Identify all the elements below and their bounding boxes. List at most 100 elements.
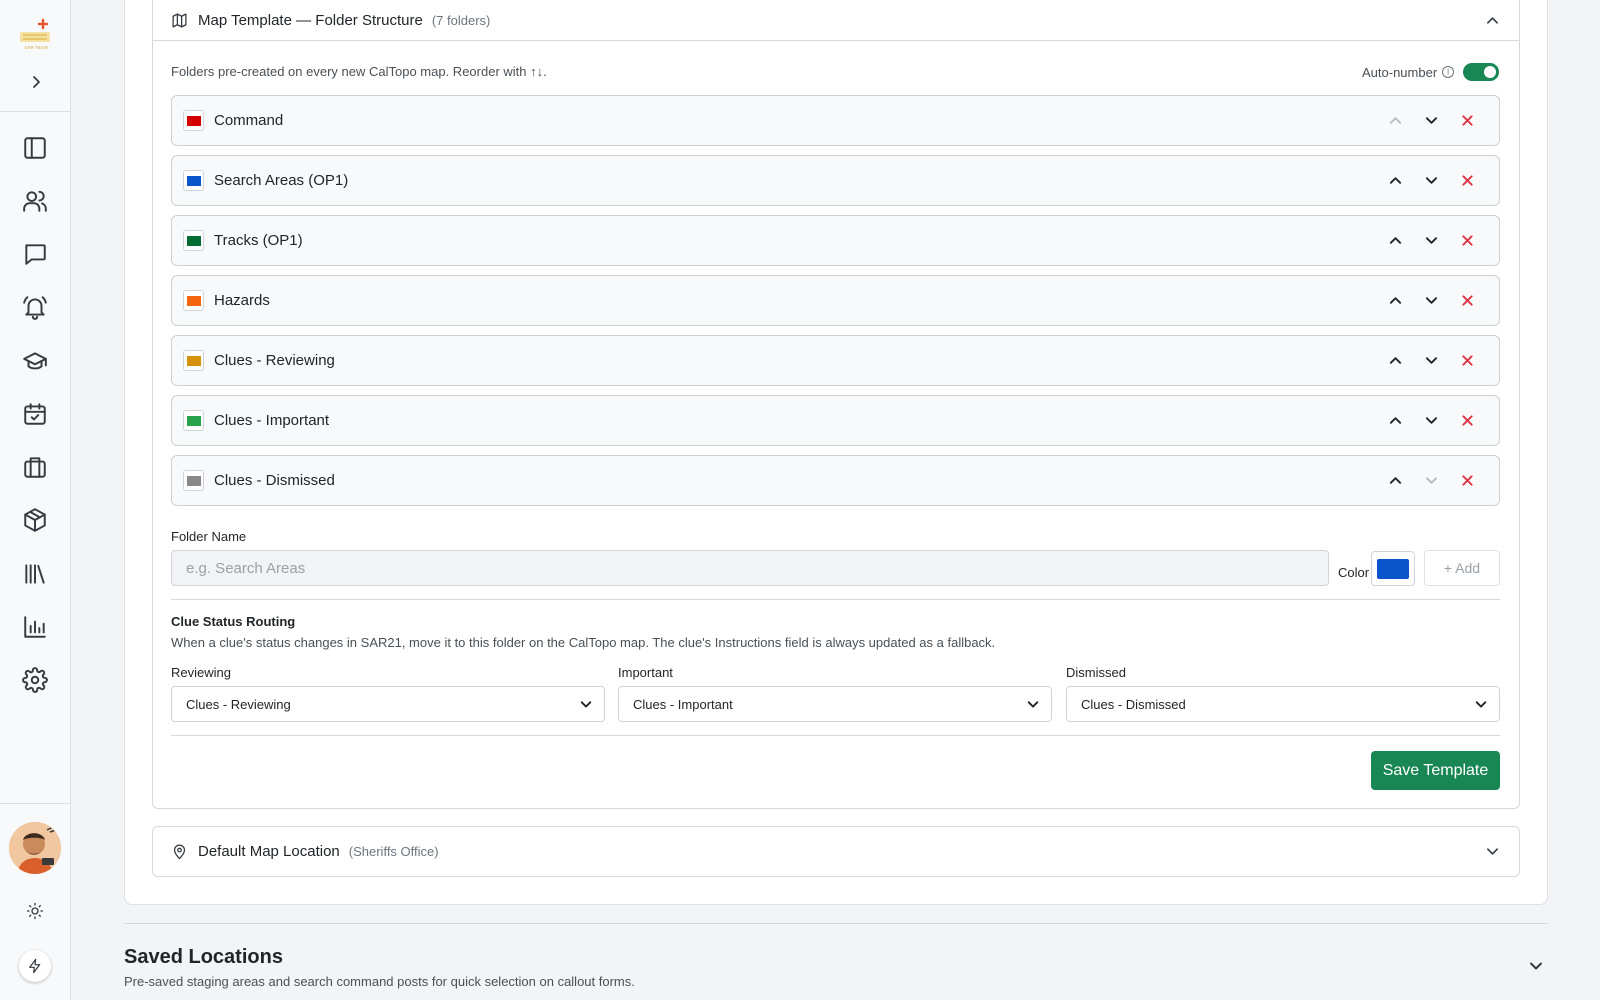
move-down-button[interactable]	[1413, 226, 1449, 256]
move-down-button[interactable]	[1413, 406, 1449, 436]
close-icon	[1461, 355, 1473, 366]
expand-saved-locations-button[interactable]	[1527, 957, 1545, 975]
move-down-button[interactable]	[1413, 106, 1449, 136]
panel-title: Map Template — Folder Structure	[198, 12, 423, 29]
delete-folder-button[interactable]	[1449, 106, 1485, 136]
theme-toggle-button[interactable]	[23, 899, 47, 923]
move-down-button[interactable]	[1413, 286, 1449, 316]
default-map-location-header[interactable]: Default Map Location (Sheriffs Office)	[153, 827, 1519, 876]
chevron-down-icon	[1475, 701, 1487, 708]
chevron-down-icon	[1425, 477, 1437, 484]
nav-messages[interactable]	[17, 236, 53, 272]
folder-row[interactable]: Command	[171, 95, 1500, 146]
select-value: Clues - Important	[633, 696, 733, 712]
color-label: Color	[1338, 565, 1370, 580]
move-up-button[interactable]	[1377, 106, 1413, 136]
lightning-icon	[29, 958, 41, 974]
folder-row[interactable]: Clues - Dismissed	[171, 455, 1500, 506]
folder-color-swatch[interactable]	[183, 170, 204, 191]
team-logo[interactable]: SAR TEAM	[17, 16, 55, 54]
folder-name: Clues - Important	[214, 412, 330, 429]
folder-color-swatch[interactable]	[183, 110, 204, 131]
folder-name: Hazards	[214, 292, 270, 309]
folder-name-input[interactable]	[171, 550, 1329, 586]
bar-chart-icon	[24, 616, 46, 638]
nav-events[interactable]	[17, 396, 53, 432]
folder-row[interactable]: Tracks (OP1)	[171, 215, 1500, 266]
sidebar-panel-icon	[24, 137, 46, 159]
move-up-button[interactable]	[1377, 406, 1413, 436]
move-up-button[interactable]	[1377, 466, 1413, 496]
folder-actions	[1377, 216, 1485, 265]
folder-color-swatch[interactable]	[183, 470, 204, 491]
folder-actions	[1377, 456, 1485, 505]
delete-folder-button[interactable]	[1449, 346, 1485, 376]
auto-number-toggle[interactable]	[1463, 63, 1500, 81]
chevron-up-icon	[1389, 117, 1401, 124]
delete-folder-button[interactable]	[1449, 466, 1485, 496]
saved-locations-description: Pre-saved staging areas and search comma…	[124, 974, 635, 989]
folder-color-swatch[interactable]	[183, 410, 204, 431]
chevron-up-icon	[1389, 477, 1401, 484]
calendar-check-icon	[24, 403, 46, 425]
quick-actions-button[interactable]	[19, 950, 51, 982]
default-map-location-panel[interactable]: Default Map Location (Sheriffs Office)	[152, 826, 1520, 877]
chevron-down-icon	[1425, 117, 1437, 124]
folder-name: Tracks (OP1)	[214, 232, 303, 249]
color-picker[interactable]	[1371, 551, 1415, 586]
important-folder-select[interactable]: Clues - Important	[618, 686, 1052, 722]
move-up-button[interactable]	[1377, 286, 1413, 316]
add-folder-button[interactable]: + Add	[1424, 550, 1500, 586]
library-icon	[25, 564, 45, 584]
map-template-header[interactable]: Map Template — Folder Structure (7 folde…	[153, 1, 1519, 41]
chevron-up-icon	[1389, 237, 1401, 244]
nav-missions[interactable]	[17, 449, 53, 485]
chevron-down-icon	[1425, 237, 1437, 244]
folder-color-swatch[interactable]	[183, 230, 204, 251]
nav-library[interactable]	[17, 556, 53, 592]
folder-row[interactable]: Hazards	[171, 275, 1500, 326]
move-up-button[interactable]	[1377, 226, 1413, 256]
move-up-button[interactable]	[1377, 166, 1413, 196]
delete-folder-button[interactable]	[1449, 166, 1485, 196]
user-avatar[interactable]	[9, 822, 61, 874]
folder-color-swatch[interactable]	[183, 350, 204, 371]
expand-sidebar-button[interactable]	[22, 70, 50, 94]
expand-panel-button[interactable]	[1483, 843, 1501, 861]
reviewing-folder-select[interactable]: Clues - Reviewing	[171, 686, 605, 722]
info-icon[interactable]: i	[1442, 66, 1455, 78]
chevron-down-icon	[1425, 357, 1437, 364]
folder-color-swatch[interactable]	[183, 290, 204, 311]
move-up-button[interactable]	[1377, 346, 1413, 376]
close-icon	[1461, 115, 1473, 126]
move-down-button[interactable]	[1413, 346, 1449, 376]
delete-folder-button[interactable]	[1449, 406, 1485, 436]
save-template-button[interactable]: Save Template	[1371, 751, 1500, 790]
reviewing-label: Reviewing	[171, 665, 231, 680]
chevron-up-icon	[1389, 177, 1401, 184]
nav-equipment[interactable]	[17, 502, 53, 538]
close-icon	[1461, 295, 1473, 306]
folder-row[interactable]: Clues - Important	[171, 395, 1500, 446]
gear-icon	[22, 667, 48, 693]
box-icon	[24, 508, 46, 532]
move-down-button[interactable]	[1413, 466, 1449, 496]
nav-training[interactable]	[17, 343, 53, 379]
folder-name: Clues - Reviewing	[214, 352, 335, 369]
move-down-button[interactable]	[1413, 166, 1449, 196]
routing-title: Clue Status Routing	[171, 614, 296, 629]
folder-row[interactable]: Search Areas (OP1)	[171, 155, 1500, 206]
nav-dashboard[interactable]	[17, 130, 53, 166]
nav-members[interactable]	[17, 183, 53, 219]
dismissed-folder-select[interactable]: Clues - Dismissed	[1066, 686, 1500, 722]
chevron-right-icon	[33, 76, 40, 88]
delete-folder-button[interactable]	[1449, 286, 1485, 316]
nav-reports[interactable]	[17, 609, 53, 645]
nav-settings[interactable]	[17, 662, 53, 698]
collapse-panel-button[interactable]	[1483, 12, 1501, 30]
nav-alerts[interactable]	[17, 289, 53, 325]
chevron-down-icon	[1425, 297, 1437, 304]
delete-folder-button[interactable]	[1449, 226, 1485, 256]
folder-row[interactable]: Clues - Reviewing	[171, 335, 1500, 386]
folder-actions	[1377, 396, 1485, 445]
